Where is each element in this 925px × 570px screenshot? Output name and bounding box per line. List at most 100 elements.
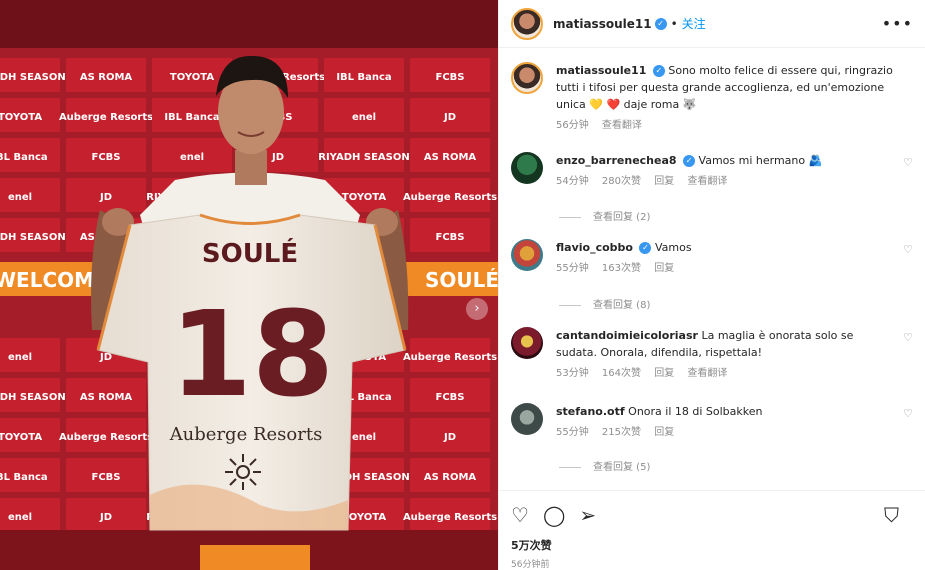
commenter-avatar[interactable] (511, 327, 543, 359)
verified-icon: ✓ (654, 17, 667, 30)
like-comment-icon[interactable]: ♡ (903, 331, 913, 344)
caption-translate-link[interactable]: 查看翻译 (602, 120, 642, 131)
comment-likes[interactable]: 215次赞 (602, 427, 641, 438)
sponsor-tile-label: FCBS (436, 392, 465, 403)
comment-item: cantandoimieicoloriasr La maglia è onora… (511, 327, 913, 382)
sponsor-tile-label: enel (8, 512, 32, 523)
view-replies[interactable]: 查看回复 (5) (559, 458, 650, 473)
sponsor-tile-label: Auberge Resorts (403, 192, 497, 203)
sponsor-tile-label: FCBS (436, 232, 465, 243)
translate-link[interactable]: 查看翻译 (687, 368, 727, 379)
comment-time: 54分钟 (556, 176, 589, 187)
sponsor-tile-label: AS ROMA (424, 152, 477, 163)
sponsor-tile-label: TOYOTA (170, 72, 214, 83)
commenter-avatar[interactable] (511, 239, 543, 271)
shirt-sponsor: Auberge Resorts (169, 424, 323, 445)
replies-line-icon (559, 216, 581, 218)
replies-line-icon (559, 304, 581, 306)
sponsor-tile-label: TOYOTA (0, 112, 42, 123)
post-photo[interactable]: RIYADH SEASON AS ROMA TOYOTA Auberge Resort… (0, 0, 498, 570)
translate-link[interactable]: 查看翻译 (687, 176, 727, 187)
post-panel: matiassoule11 ✓ • 关注 ••• matiassoule11 ✓… (498, 0, 925, 570)
comment-text: Onora il 18 di Solbakken (628, 405, 763, 418)
follow-button[interactable]: 关注 (682, 15, 706, 32)
verified-icon: ✓ (683, 155, 696, 167)
post-actions: ♡ ◯ ➢ ⛉ 5万次赞 56分钟前 (499, 490, 925, 570)
sponsor-tile-label: TOYOTA (342, 192, 386, 203)
shirt-number: 18 (170, 285, 334, 423)
share-send-icon[interactable]: ➢ (579, 503, 596, 527)
caption: matiassoule11 ✓ Sono molto felice di ess… (511, 62, 913, 134)
sponsor-tile-label: Auberge Resorts (403, 352, 497, 363)
header-dot: • (670, 16, 678, 31)
sponsor-tile-label: JD (99, 192, 112, 203)
sponsor-tile-label: AS ROMA (80, 72, 133, 83)
view-replies-label[interactable]: 查看回复 (2) (593, 212, 650, 223)
comment-likes[interactable]: 163次赞 (602, 263, 641, 274)
like-heart-icon[interactable]: ♡ (511, 503, 529, 527)
sponsor-tile-label: enel (8, 192, 32, 203)
like-comment-icon[interactable]: ♡ (903, 407, 913, 420)
view-replies-label[interactable]: 查看回复 (8) (593, 300, 650, 311)
comment-username[interactable]: enzo_barrenechea8 (556, 154, 677, 167)
sponsor-tile-label: RIYADH SEASON (0, 392, 66, 403)
sponsor-tile-label: JD (443, 432, 456, 443)
next-photo-button[interactable]: › (466, 298, 488, 320)
sponsor-tile-label: Auberge Resorts (403, 512, 497, 523)
comment-time: 55分钟 (556, 263, 589, 274)
sponsor-tile-label: Auberge Resorts (59, 432, 153, 443)
like-comment-icon[interactable]: ♡ (903, 243, 913, 256)
sponsor-tile-label: FCBS (92, 472, 121, 483)
post-header: matiassoule11 ✓ • 关注 ••• (499, 0, 925, 48)
sponsor-tile-label: enel (8, 352, 32, 363)
comment-bubble-icon[interactable]: ◯ (543, 503, 565, 527)
verified-icon: ✓ (639, 242, 652, 254)
comment-text: Vamos mi hermano 🫂 (698, 154, 823, 167)
sponsor-tile-label: enel (352, 432, 376, 443)
view-replies[interactable]: 查看回复 (8) (559, 296, 650, 311)
author-username[interactable]: matiassoule11 (553, 17, 652, 31)
sponsor-tile-label: enel (180, 152, 204, 163)
sponsor-tile-label: RIYADH SEASON (0, 232, 66, 243)
comments-list[interactable]: matiassoule11 ✓ Sono molto felice di ess… (499, 49, 925, 489)
like-comment-icon[interactable]: ♡ (903, 156, 913, 169)
sponsor-tile-label: AS ROMA (424, 472, 477, 483)
comment-likes[interactable]: 164次赞 (602, 368, 641, 379)
reply-link[interactable]: 回复 (654, 368, 674, 379)
photo-illustration: RIYADH SEASON AS ROMA TOYOTA Auberge Resort… (0, 0, 498, 570)
reply-link[interactable]: 回复 (654, 263, 674, 274)
sponsor-tile-label: JD (271, 152, 284, 163)
sponsor-tile-label: FCBS (92, 152, 121, 163)
view-replies-label[interactable]: 查看回复 (5) (593, 462, 650, 473)
like-count[interactable]: 5万次赞 (511, 537, 913, 553)
comment-likes[interactable]: 280次赞 (602, 176, 641, 187)
comment-username[interactable]: flavio_cobbo (556, 241, 633, 254)
commenter-avatar[interactable] (511, 403, 543, 435)
sponsor-tile-label: JD (99, 512, 112, 523)
caption-avatar[interactable] (511, 62, 543, 94)
comment-username[interactable]: cantandoimieicoloriasr (556, 329, 698, 342)
caption-time: 56分钟 (556, 120, 589, 131)
save-bookmark-icon[interactable]: ⛉ (884, 503, 899, 527)
more-options-icon[interactable]: ••• (882, 14, 913, 33)
comment-username[interactable]: stefano.otf (556, 405, 625, 418)
sponsor-tile-label: IBL Banca (0, 472, 48, 483)
sponsor-tile-label: TOYOTA (0, 432, 42, 443)
sponsor-tile-label: Auberge Resorts (59, 112, 153, 123)
view-replies[interactable]: 查看回复 (2) (559, 208, 650, 223)
sponsor-tile-label: IBL Banca (164, 112, 219, 123)
sponsor-tile-label: IBL Banca (336, 72, 391, 83)
banner-text-right: SOULÉ (425, 268, 498, 292)
verified-icon: ✓ (652, 65, 665, 77)
caption-username[interactable]: matiassoule11 (556, 64, 646, 77)
commenter-avatar[interactable] (511, 152, 543, 184)
author-avatar[interactable] (511, 7, 543, 40)
sponsor-tile-label: AS ROMA (80, 392, 133, 403)
sponsor-tile-label: enel (352, 112, 376, 123)
comment-item: stefano.otf Onora il 18 di Solbakken 55分… (511, 403, 913, 441)
comment-time: 55分钟 (556, 427, 589, 438)
comment-item: enzo_barrenechea8 ✓ Vamos mi hermano 🫂 5… (511, 152, 913, 190)
comment-item: flavio_cobbo ✓ Vamos 55分钟 163次赞 回复 ♡ (511, 239, 913, 277)
reply-link[interactable]: 回复 (654, 176, 674, 187)
reply-link[interactable]: 回复 (654, 427, 674, 438)
